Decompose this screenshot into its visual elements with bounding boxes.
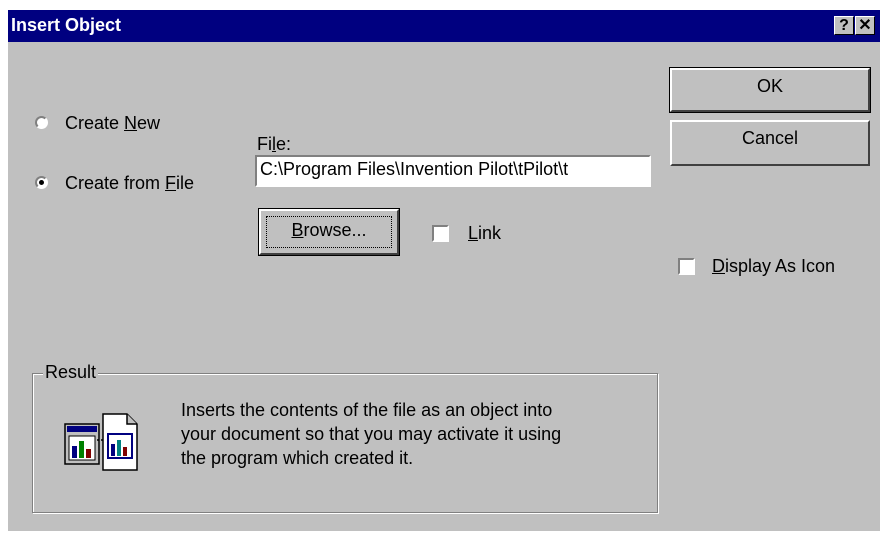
create-new-label[interactable]: Create New: [65, 113, 160, 134]
create-from-file-radio[interactable]: [35, 176, 48, 189]
insert-object-dialog: Insert Object ? ✕ Create New Create from…: [8, 10, 880, 531]
create-from-file-label[interactable]: Create from File: [65, 173, 194, 194]
ok-button[interactable]: OK: [669, 67, 871, 113]
file-path-input[interactable]: C:\Program Files\Invention Pilot\tPilot\…: [255, 155, 651, 187]
file-label: File:: [257, 134, 292, 154]
window-title: Insert Object: [11, 15, 122, 35]
close-button[interactable]: ✕: [855, 16, 875, 35]
create-new-radio[interactable]: [35, 116, 48, 129]
display-as-icon-label[interactable]: Display As Icon: [712, 256, 835, 277]
title-bar[interactable]: Insert Object ? ✕: [8, 10, 880, 42]
browse-button[interactable]: Browse...: [258, 208, 400, 256]
result-group: Result Inserts the contents of the file …: [32, 362, 658, 513]
link-checkbox[interactable]: [432, 225, 449, 242]
display-as-icon-checkbox[interactable]: [678, 258, 695, 275]
result-description: Inserts the contents of the file as an o…: [181, 400, 562, 468]
radio-selected-dot: [39, 180, 44, 185]
link-label[interactable]: Link: [468, 223, 501, 244]
result-legend: Result: [43, 362, 99, 383]
cancel-button[interactable]: Cancel: [670, 120, 870, 166]
help-button[interactable]: ?: [834, 16, 854, 35]
browse-button-label: Browse...: [291, 220, 367, 240]
result-object-icon: [61, 410, 141, 481]
